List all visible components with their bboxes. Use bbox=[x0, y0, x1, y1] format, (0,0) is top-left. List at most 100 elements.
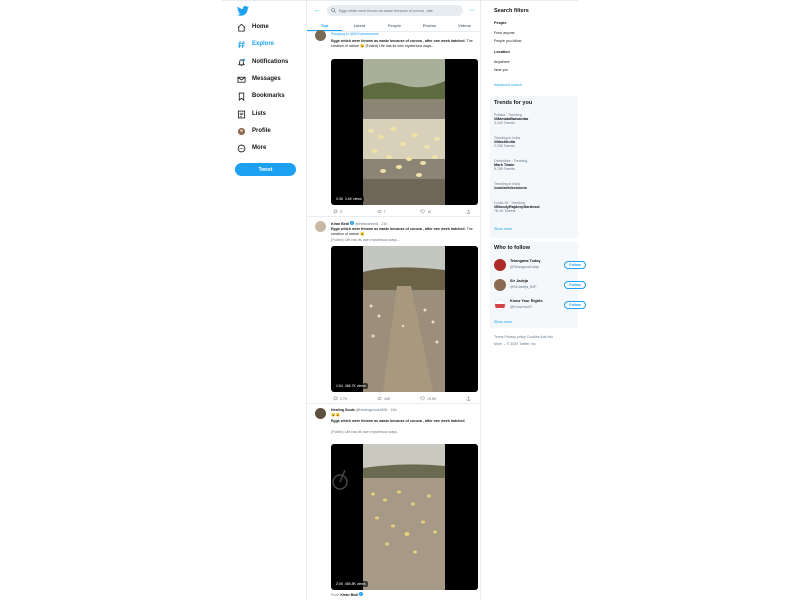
tweet-actions: 9 7 16 bbox=[333, 209, 473, 214]
follow-button[interactable]: Follow bbox=[564, 261, 586, 269]
video-views: 466.7K views bbox=[344, 384, 366, 388]
nav-label-profile: Profile bbox=[252, 128, 271, 134]
retweet-icon bbox=[377, 210, 381, 213]
advanced-search-link[interactable]: Advanced search bbox=[494, 83, 522, 87]
trends-card: Trends for you Politics · Trending #Mama… bbox=[490, 96, 578, 238]
tweet[interactable]: Kiran Bedi @thekiranbedi · 21h Eggs whic… bbox=[307, 217, 480, 404]
reply-count: 9 bbox=[340, 209, 342, 214]
more-options-icon[interactable]: ⋯ bbox=[469, 7, 475, 14]
location-filter-label: Location bbox=[494, 50, 510, 54]
video-stats: 2:05 465.8K views bbox=[334, 581, 368, 587]
tweet-video[interactable]: 2:05 465.8K views bbox=[331, 444, 478, 590]
reply-button[interactable]: 9 bbox=[333, 209, 342, 214]
trend-item[interactable]: Celebrities · Trending Mark Twain 5,789 … bbox=[494, 159, 527, 171]
nav-item-lists[interactable]: Lists bbox=[237, 108, 266, 120]
tab-top[interactable]: Top bbox=[307, 20, 342, 31]
video-frame-road bbox=[363, 246, 445, 392]
share-button[interactable] bbox=[466, 209, 473, 214]
bookmark-icon bbox=[238, 92, 245, 101]
follow-suggestion[interactable]: Know Your Rights @KnowYourR Follow bbox=[490, 298, 586, 314]
trend-item[interactable]: Politics · Trending #MamataBalsamba 3,44… bbox=[494, 113, 528, 125]
share-icon bbox=[466, 396, 471, 401]
trend-item[interactable]: Trending in India #WashIndia 2,336 Tweet… bbox=[494, 136, 520, 148]
filter-option-people-you-follow[interactable]: People you follow bbox=[494, 39, 521, 43]
like-button[interactable]: 16 bbox=[420, 209, 431, 214]
tweet[interactable]: Healing Souls @healingsouls1606 · 16h 😮😮… bbox=[307, 404, 480, 600]
video-time: 2:05 bbox=[336, 582, 343, 586]
tab-people[interactable]: People bbox=[377, 20, 412, 31]
nav-item-notifications[interactable]: Notifications bbox=[237, 56, 288, 68]
trend-item[interactable]: Covid-19 · Trending #BloodyRajdeepSardes… bbox=[494, 201, 540, 213]
retweet-button[interactable]: 7 bbox=[377, 209, 386, 214]
tweet-subtext: (Foded) Life has its own mysterious ways… bbox=[331, 238, 400, 242]
footer-links[interactable]: Terms Privacy policy Cookies Ads info bbox=[494, 335, 553, 339]
reply-button[interactable]: 2.7K bbox=[333, 396, 347, 401]
tweet-button[interactable]: Tweet bbox=[235, 163, 296, 176]
people-filter-label: People bbox=[494, 21, 507, 25]
nav-item-home[interactable]: Home bbox=[237, 21, 269, 33]
retweet-count: 44K bbox=[384, 396, 391, 401]
like-count: 16 bbox=[427, 209, 432, 214]
suggestion-name: Sir Jadeja bbox=[510, 279, 528, 283]
tweet-emoji: 😮😮 bbox=[331, 413, 340, 417]
avatar[interactable] bbox=[315, 30, 326, 41]
back-arrow-icon[interactable]: ← bbox=[314, 7, 321, 14]
tab-videos[interactable]: Videos bbox=[447, 20, 480, 31]
follow-suggestion[interactable]: Sir Jadeja @SirJadeja_BJP Follow bbox=[490, 278, 586, 294]
trends-show-more-link[interactable]: Show more bbox=[494, 227, 512, 231]
video-stats: 0:36 3.4K views bbox=[334, 196, 364, 202]
retweet-button[interactable]: 44K bbox=[377, 396, 390, 401]
twitter-logo-icon[interactable] bbox=[237, 6, 249, 16]
nav-label-messages: Messages bbox=[252, 76, 281, 82]
main-column: ← Eggs which were thrown as waste becaus… bbox=[306, 0, 481, 600]
tweet-author[interactable]: Healing Souls @healingsouls1606 · 16h bbox=[331, 408, 397, 412]
tweet-video[interactable]: 1:54 466.7K views bbox=[331, 246, 478, 392]
follow-suggestion[interactable]: Telangana Today @TelanganaToday Follow bbox=[490, 258, 586, 274]
search-icon bbox=[331, 8, 336, 13]
avatar[interactable] bbox=[315, 408, 326, 419]
filter-option-anywhere[interactable]: Anywhere bbox=[494, 60, 510, 64]
filter-option-near-you[interactable]: Near you bbox=[494, 68, 508, 72]
search-header: ← Eggs which were thrown as waste becaus… bbox=[307, 3, 480, 19]
who-to-follow-title: Who to follow bbox=[494, 245, 531, 251]
nav-label-explore: Explore bbox=[252, 41, 275, 47]
who-to-follow-show-more-link[interactable]: Show more bbox=[494, 320, 512, 324]
tweet-text-bold: Eggs which were thrown as waste because … bbox=[331, 419, 465, 423]
suggestion-handle: @TelanganaToday bbox=[510, 265, 540, 269]
tab-latest[interactable]: Latest bbox=[342, 20, 377, 31]
avatar bbox=[494, 259, 506, 271]
reply-icon bbox=[333, 209, 338, 214]
tweet-text-bold: Eggs which were thrown as waste because … bbox=[331, 227, 465, 231]
tab-photos[interactable]: Photos bbox=[412, 20, 447, 31]
nav-item-explore[interactable]: Explore bbox=[237, 38, 274, 50]
search-filters-card: Search filters People From anyone People… bbox=[490, 4, 578, 92]
follow-button[interactable]: Follow bbox=[564, 301, 586, 309]
trend-item[interactable]: Trending in India #cabinetdecisions bbox=[494, 182, 527, 190]
tweet-video[interactable]: 0:36 3.4K views bbox=[331, 59, 478, 205]
suggestion-handle: @SirJadeja_BJP bbox=[510, 285, 537, 289]
video-source[interactable]: From Kiran Bedi bbox=[331, 592, 476, 597]
footer-copyright: More ⌄ © 2020 Twitter, Inc. bbox=[494, 342, 537, 346]
filter-option-from-anyone[interactable]: From anyone bbox=[494, 31, 515, 35]
reply-context[interactable]: Replying to @DrSubramanian bbox=[331, 32, 379, 36]
trend-count: 7B.4K Tweets bbox=[494, 209, 516, 213]
tweet-subtext: (Foded) Life has its own mysterious ways… bbox=[331, 430, 398, 434]
search-input-value: Eggs which were thrown as waste because … bbox=[339, 8, 433, 13]
nav-item-more[interactable]: More bbox=[237, 142, 266, 154]
follow-button[interactable]: Follow bbox=[564, 281, 586, 289]
avatar[interactable] bbox=[315, 221, 326, 232]
tweet-text-bold: Eggs which were thrown as waste because … bbox=[331, 39, 465, 43]
nav-item-messages[interactable]: Messages bbox=[237, 73, 281, 85]
like-button[interactable]: 15.5K bbox=[420, 396, 436, 401]
tweet-author[interactable]: Kiran Bedi @thekiranbedi · 21h bbox=[331, 221, 387, 226]
author-handle: @healingsouls1606 · 16h bbox=[355, 408, 397, 412]
nav-item-profile[interactable]: Profile bbox=[237, 125, 271, 137]
nav-item-bookmarks[interactable]: Bookmarks bbox=[237, 90, 285, 102]
tweet[interactable]: Replying to @DrSubramanian Eggs which we… bbox=[307, 30, 480, 217]
home-icon bbox=[237, 23, 246, 32]
avatar bbox=[494, 279, 506, 291]
trend-count: 5,789 Tweets bbox=[494, 167, 515, 171]
avatar bbox=[494, 299, 506, 311]
search-input[interactable]: Eggs which were thrown as waste because … bbox=[327, 5, 463, 16]
share-button[interactable] bbox=[466, 396, 473, 401]
